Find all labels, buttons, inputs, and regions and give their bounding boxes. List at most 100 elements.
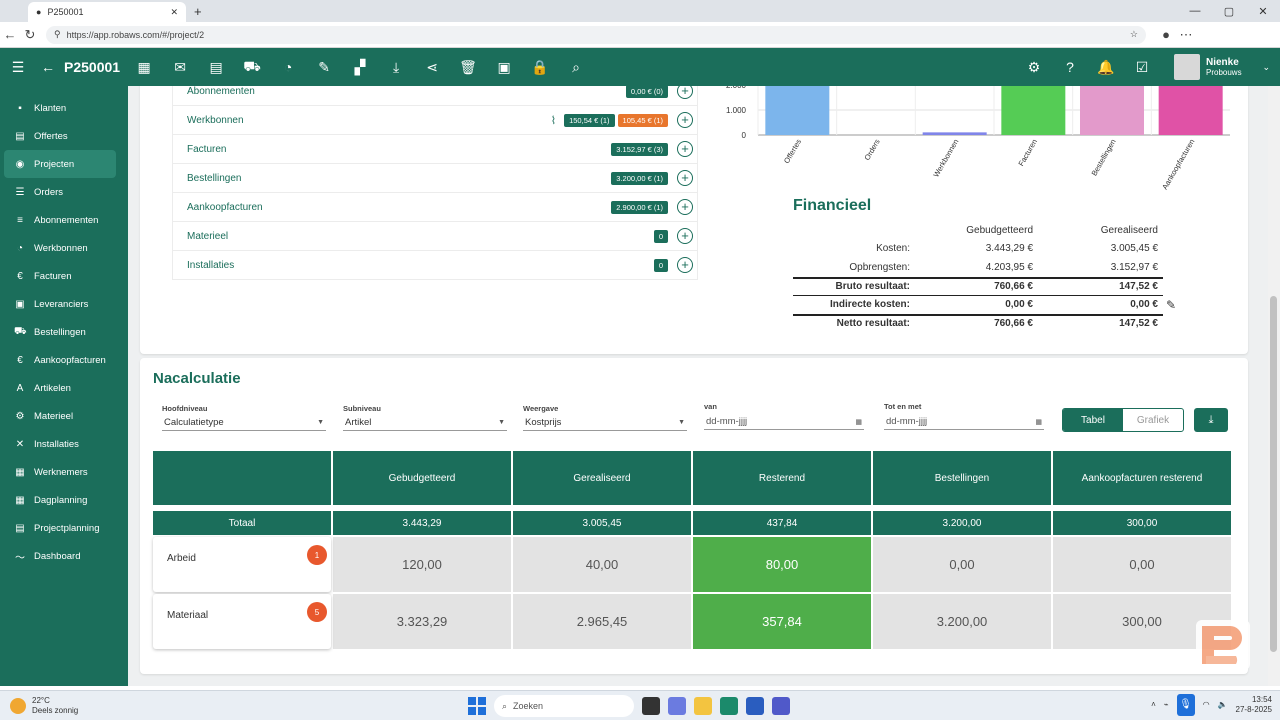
doc-row-installaties[interactable]: Installaties 0 +: [173, 250, 697, 279]
edit-icon[interactable]: ✎: [306, 59, 342, 76]
amount-pill[interactable]: 3.200,00 € (1): [611, 171, 668, 185]
add-circle-icon[interactable]: +: [677, 257, 693, 273]
tasks-icon[interactable]: ☑: [1124, 59, 1160, 76]
sidebar-item-projecten[interactable]: ◉ Projecten: [4, 150, 116, 178]
task-view-icon[interactable]: [642, 697, 660, 715]
amount-pill[interactable]: 0: [653, 258, 668, 272]
add-circle-icon[interactable]: +: [677, 199, 693, 215]
window-close-icon[interactable]: ✕: [1246, 0, 1280, 22]
row-label-card[interactable]: Arbeid 1: [153, 537, 331, 592]
wifi-icon[interactable]: ◠: [1203, 700, 1210, 710]
add-circle-icon[interactable]: +: [677, 86, 693, 99]
hoofdniveau-select[interactable]: Calculatietype ▼: [162, 415, 326, 431]
address-bar[interactable]: ⚲ https://app.robaws.com/#/project/2 ☆: [46, 25, 1146, 44]
sidebar-item-werknemers[interactable]: ▦ Werknemers: [0, 458, 120, 486]
sidebar-item-bestellingen[interactable]: ⛟ Bestellingen: [0, 318, 120, 346]
site-info-icon[interactable]: ⚲: [54, 29, 61, 40]
network-icon[interactable]: ⌁: [1164, 700, 1169, 710]
sidebar-item-offertes[interactable]: ▤ Offertes: [0, 122, 120, 150]
tab-close-icon[interactable]: ✕: [170, 7, 178, 18]
doc-row-facturen[interactable]: Facturen 3.152,97 € (3) +: [173, 134, 697, 163]
sidebar-item-artikelen[interactable]: A Artikelen: [0, 374, 120, 402]
profile-icon[interactable]: ●: [1156, 27, 1176, 42]
download-icon[interactable]: ⤓: [378, 59, 414, 76]
calendar-icon[interactable]: ▦: [126, 59, 162, 76]
cart-icon[interactable]: ⛟: [234, 58, 270, 77]
sidebar-item-klanten[interactable]: ▪ Klanten: [0, 94, 120, 122]
minimize-icon[interactable]: —: [1178, 0, 1212, 22]
bar-bestellingen[interactable]: [1080, 86, 1144, 135]
scrollbar-thumb[interactable]: [1270, 296, 1277, 652]
van-date-input[interactable]: dd-mm-jjjj ▦: [704, 414, 864, 430]
export-button[interactable]: ⤓: [1194, 408, 1228, 432]
new-tab-icon[interactable]: +: [194, 4, 202, 19]
amount-pill[interactable]: 0: [653, 229, 668, 243]
doc-row-materieel[interactable]: Materieel 0 +: [173, 221, 697, 250]
edge-icon[interactable]: [720, 697, 738, 715]
sidebar-item-orders[interactable]: ☰ Orders: [0, 178, 120, 206]
chevron-up-icon[interactable]: ˄: [1151, 700, 1156, 710]
search-icon[interactable]: ⌕: [558, 59, 594, 76]
store-icon[interactable]: [746, 697, 764, 715]
copilot-icon[interactable]: [668, 697, 686, 715]
clock[interactable]: 13:54 27-8-2025: [1236, 695, 1272, 715]
back-arrow-icon[interactable]: ←: [36, 59, 60, 75]
add-circle-icon[interactable]: +: [677, 112, 693, 128]
tot-date-input[interactable]: dd-mm-jjjj ▦: [884, 414, 1044, 430]
bar-offertes[interactable]: [765, 86, 830, 135]
weergave-select[interactable]: Kostprijs ▼: [523, 415, 687, 431]
sidebar-item-dashboard[interactable]: 〜 Dashboard: [0, 542, 120, 570]
tabel-toggle[interactable]: Tabel: [1063, 409, 1123, 431]
share-icon[interactable]: ⋖: [414, 59, 450, 76]
settings-icon[interactable]: ⚙: [1016, 59, 1052, 76]
reload-icon[interactable]: ↻: [20, 27, 40, 43]
taskbar-search[interactable]: ⌕ Zoeken: [494, 695, 634, 717]
help-icon[interactable]: ?: [1052, 59, 1088, 75]
trash-icon[interactable]: 🗑: [450, 59, 486, 76]
file-explorer-icon[interactable]: [694, 697, 712, 715]
sidebar-item-dagplanning[interactable]: ▦ Dagplanning: [0, 486, 120, 514]
sidebar-item-leveranciers[interactable]: ▣ Leveranciers: [0, 290, 120, 318]
star-icon[interactable]: ☆: [1130, 29, 1138, 40]
maximize-icon[interactable]: ▢: [1212, 0, 1246, 22]
doc-row-bestellingen[interactable]: Bestellingen 3.200,00 € (1) +: [173, 163, 697, 192]
sidebar-item-werkbonnen[interactable]: ◔ Werkbonnen: [0, 234, 120, 262]
row-label-card[interactable]: Materiaal 5: [153, 594, 331, 649]
mic-icon[interactable]: 🎙: [1176, 694, 1195, 716]
paperclip-icon[interactable]: ⌇: [551, 114, 556, 127]
menu-dots-icon[interactable]: ⋯: [1176, 27, 1196, 43]
subniveau-select[interactable]: Artikel ▼: [343, 415, 507, 431]
browser-tab[interactable]: ● P250001 ✕: [28, 2, 186, 22]
amount-pill[interactable]: 0,00 € (0): [625, 86, 668, 98]
add-circle-icon[interactable]: +: [677, 228, 693, 244]
pencil-icon[interactable]: ✎: [1166, 298, 1176, 312]
calendar-icon[interactable]: ▦: [1035, 418, 1042, 426]
bell-icon[interactable]: 🔔: [1088, 59, 1124, 76]
doc-row-werkbonnen[interactable]: Werkbonnen ⌇ 150,54 € (1) 105,45 € (1) +: [173, 105, 697, 134]
bar-facturen[interactable]: [1001, 86, 1066, 135]
sidebar-item-abonnementen[interactable]: ≡ Abonnementen: [0, 206, 120, 234]
bar-aankoopfacturen[interactable]: [1158, 86, 1223, 135]
grafiek-toggle[interactable]: Grafiek: [1123, 409, 1183, 431]
weather-widget[interactable]: 22°C Deels zonnig: [10, 696, 130, 716]
user-menu[interactable]: Nienke Probouws ⌄: [1174, 54, 1270, 80]
timer-icon[interactable]: ◔: [270, 59, 306, 75]
sidebar-item-installaties[interactable]: ✕ Installaties: [0, 430, 120, 458]
document-icon[interactable]: ▤: [198, 59, 234, 76]
sidebar-item-materieel[interactable]: ⚙ Materieel: [0, 402, 120, 430]
add-widget-icon[interactable]: ▞: [342, 59, 378, 76]
doc-row-abonnementen[interactable]: Abonnementen 0,00 € (0) +: [173, 86, 697, 105]
amount-pill[interactable]: 3.152,97 € (3): [611, 142, 668, 156]
amount-pill[interactable]: 105,45 € (1): [617, 113, 668, 127]
volume-icon[interactable]: 🔈: [1218, 700, 1228, 710]
hamburger-icon[interactable]: ☰: [0, 59, 36, 76]
mail-icon[interactable]: ✉: [162, 59, 198, 76]
archive-icon[interactable]: ▣: [486, 59, 522, 76]
sidebar-item-aankoopfacturen[interactable]: € Aankoopfacturen: [0, 346, 120, 374]
amount-pill[interactable]: 2.900,00 € (1): [611, 200, 668, 214]
calendar-icon[interactable]: ▦: [855, 418, 862, 426]
back-icon[interactable]: ←: [0, 27, 20, 42]
doc-row-aankoopfacturen[interactable]: Aankoopfacturen 2.900,00 € (1) +: [173, 192, 697, 221]
add-circle-icon[interactable]: +: [677, 170, 693, 186]
sidebar-item-facturen[interactable]: € Facturen: [0, 262, 120, 290]
